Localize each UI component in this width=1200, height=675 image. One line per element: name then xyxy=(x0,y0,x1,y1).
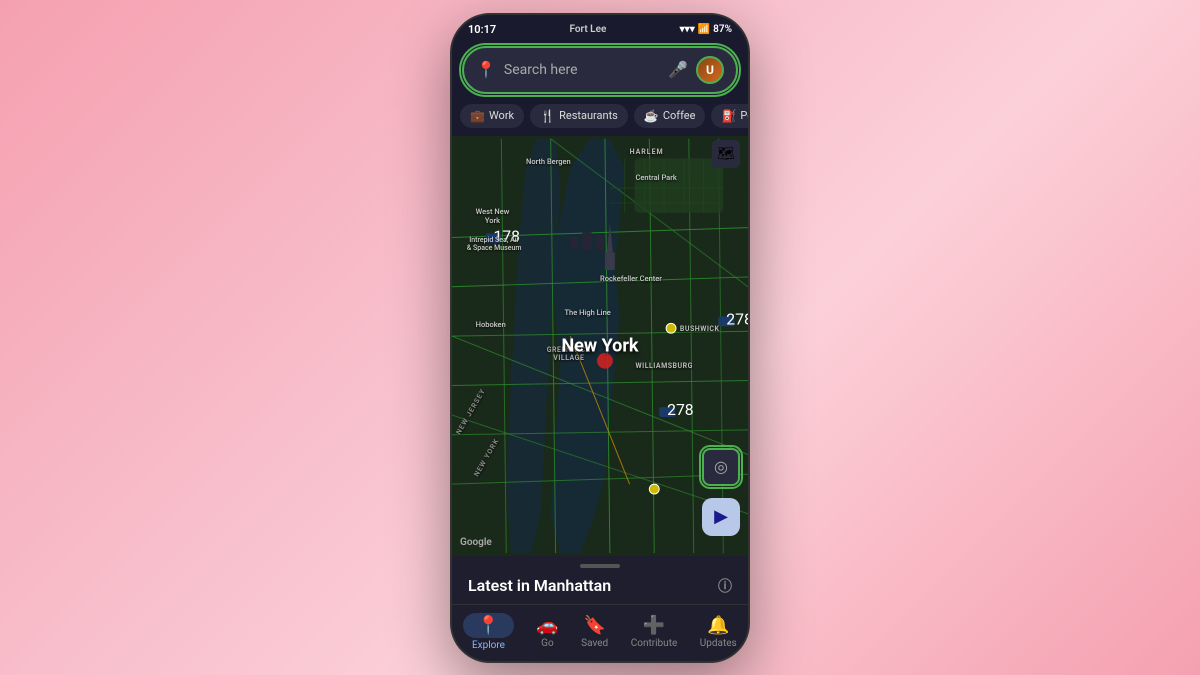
petrol-icon: ⛽ xyxy=(721,109,736,123)
info-icon[interactable]: ⓘ xyxy=(718,576,732,596)
nav-saved[interactable]: 🔖 Saved xyxy=(581,615,608,649)
avatar[interactable]: U xyxy=(696,56,724,84)
directions-button[interactable]: ▶ xyxy=(702,498,740,536)
location-button[interactable]: ◎ xyxy=(702,448,740,486)
wifi-icon: 📶 xyxy=(698,24,710,35)
place-intrepid: Intrepid Sea, Air& Space Museum xyxy=(467,236,522,252)
layers-button[interactable]: 🗺 xyxy=(712,140,740,168)
new-york-label: New York xyxy=(561,335,638,356)
contribute-icon: ➕ xyxy=(643,615,665,636)
svg-text:278: 278 xyxy=(726,309,748,328)
saved-icon: 🔖 xyxy=(583,615,605,636)
battery-text: 87% xyxy=(713,24,732,35)
go-label: Go xyxy=(541,638,554,649)
google-watermark: Google xyxy=(460,537,492,548)
signal-icon: ▾▾▾ xyxy=(680,24,695,35)
search-container: 📍 Search here 🎤 U xyxy=(452,40,748,100)
place-bushwick: BUSHWICK xyxy=(680,325,720,333)
explore-label: Explore xyxy=(472,640,505,651)
coffee-icon: ☕ xyxy=(644,109,659,123)
bottom-title-row: Latest in Manhattan ⓘ xyxy=(468,576,732,604)
updates-icon: 🔔 xyxy=(707,615,729,636)
nav-go[interactable]: 🚗 Go xyxy=(536,615,558,649)
search-input[interactable]: Search here xyxy=(504,62,660,78)
updates-label: Updates xyxy=(700,638,737,649)
status-bar: 10:17 Fort Lee ▾▾▾ 📶 87% xyxy=(452,15,748,40)
sheet-handle xyxy=(580,564,620,568)
svg-text:278: 278 xyxy=(667,400,694,419)
chip-work[interactable]: 💼 Work xyxy=(460,104,524,128)
mic-icon[interactable]: 🎤 xyxy=(668,60,688,79)
saved-label: Saved xyxy=(581,638,608,649)
chip-restaurants[interactable]: 🍴 Restaurants xyxy=(530,104,628,128)
directions-arrow-icon: ▶ xyxy=(714,506,728,527)
explore-icon: 📍 xyxy=(477,615,499,636)
chip-petrol[interactable]: ⛽ Petro... xyxy=(711,104,748,128)
layers-icon: 🗺 xyxy=(717,146,735,162)
place-west-new-york: West NewYork xyxy=(476,207,510,225)
restaurants-label: Restaurants xyxy=(559,109,618,122)
bottom-nav: 📍 Explore 🚗 Go 🔖 Saved ➕ Contribute 🔔 Up… xyxy=(452,604,748,663)
petrol-label: Petro... xyxy=(740,109,748,122)
location: Fort Lee xyxy=(569,24,606,35)
work-icon: 💼 xyxy=(470,109,485,123)
restaurants-icon: 🍴 xyxy=(540,109,555,123)
go-icon: 🚗 xyxy=(536,615,558,636)
bottom-title-text: Latest in Manhattan xyxy=(468,576,611,595)
place-north-bergen: North Bergen xyxy=(526,157,571,166)
place-highline: The High Line xyxy=(564,308,610,317)
nav-updates[interactable]: 🔔 Updates xyxy=(700,615,737,649)
category-bar: 💼 Work 🍴 Restaurants ☕ Coffee ⛽ Petro... xyxy=(452,100,748,136)
explore-icon-bg: 📍 xyxy=(463,613,513,638)
place-central-park: Central Park xyxy=(636,173,677,182)
place-williamsburg: WILLIAMSBURG xyxy=(636,362,693,370)
time: 10:17 xyxy=(468,23,496,36)
place-hoboken: Hoboken xyxy=(476,320,506,329)
maps-pin-icon: 📍 xyxy=(476,60,496,79)
nav-contribute[interactable]: ➕ Contribute xyxy=(631,615,678,649)
place-harlem: HARLEM xyxy=(630,148,664,156)
map-area[interactable]: 178 278 278 North Bergen West NewYork Ce… xyxy=(452,136,748,556)
bottom-sheet: Latest in Manhattan ⓘ xyxy=(452,556,748,604)
nav-explore[interactable]: 📍 Explore xyxy=(463,613,513,651)
place-rockefeller: Rockefeller Center xyxy=(600,274,662,283)
search-bar[interactable]: 📍 Search here 🎤 U xyxy=(462,46,738,94)
coffee-label: Coffee xyxy=(663,109,696,122)
work-label: Work xyxy=(489,109,514,122)
phone-frame: 10:17 Fort Lee ▾▾▾ 📶 87% 📍 Search here 🎤… xyxy=(450,13,750,663)
contribute-label: Contribute xyxy=(631,638,678,649)
avatar-initial: U xyxy=(706,63,714,77)
location-crosshair-icon: ◎ xyxy=(714,457,728,476)
status-icons: ▾▾▾ 📶 87% xyxy=(680,24,732,35)
chip-coffee[interactable]: ☕ Coffee xyxy=(634,104,706,128)
